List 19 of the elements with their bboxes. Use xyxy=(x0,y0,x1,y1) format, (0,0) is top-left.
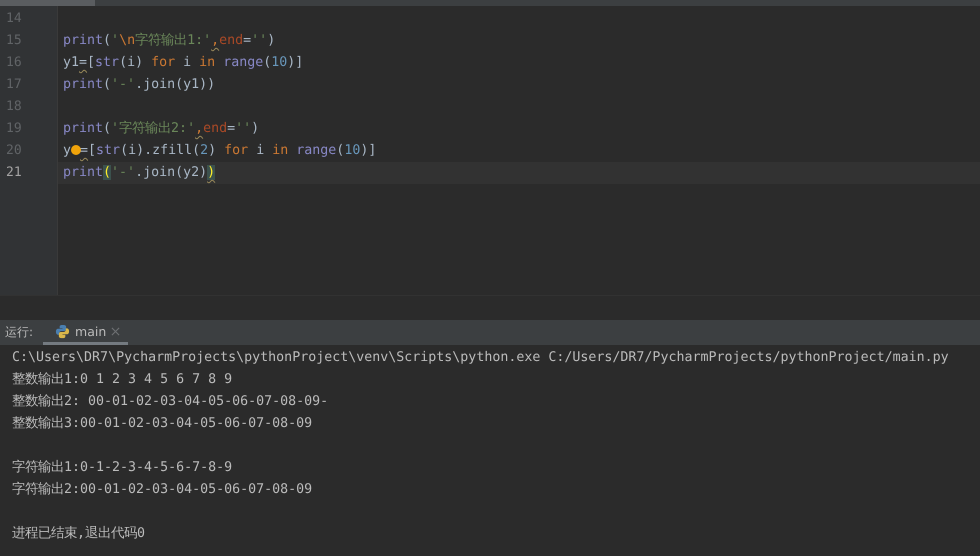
code-line: print('\n字符输出1:',end='') xyxy=(63,32,276,50)
code-line: print('-'.join(y2)) xyxy=(63,164,216,182)
lightbulb-icon[interactable] xyxy=(71,145,82,156)
code-line: print('字符输出2:',end='') xyxy=(63,120,260,138)
console-line: 整数输出2: 00-01-02-03-04-05-06-07-08-09- xyxy=(12,394,328,409)
code-line: print('-'.join(y1)) xyxy=(63,76,216,94)
panel-label: 运行: xyxy=(4,324,34,341)
console-line: 整数输出3:00-01-02-03-04-05-06-07-08-09 xyxy=(12,416,312,431)
code-line: y1=[str(i) for i in range(10)] xyxy=(63,54,304,72)
scrollbar-thumb[interactable] xyxy=(0,0,95,6)
console-line: 整数输出1:0 1 2 3 4 5 6 7 8 9 xyxy=(12,372,232,387)
console-line: C:\Users\DR7\PycharmProjects\pythonProject\venv\Scripts\python.exe C:/Users/DR7/PycharmProjects/pythonProject/main.py xyxy=(12,350,949,365)
code-line: y =[str(i).zfill(2) for i in range(10)] xyxy=(63,142,376,160)
console-line: 进程已结束,退出代码0 xyxy=(12,526,146,541)
line-number: 21 xyxy=(6,165,22,180)
console-line: 字符输出1:0-1-2-3-4-5-6-7-8-9 xyxy=(12,460,232,475)
python-icon xyxy=(55,324,70,338)
console-line: 字符输出2:00-01-02-03-04-05-06-07-08-09 xyxy=(12,482,312,497)
close-icon[interactable] xyxy=(111,326,120,336)
